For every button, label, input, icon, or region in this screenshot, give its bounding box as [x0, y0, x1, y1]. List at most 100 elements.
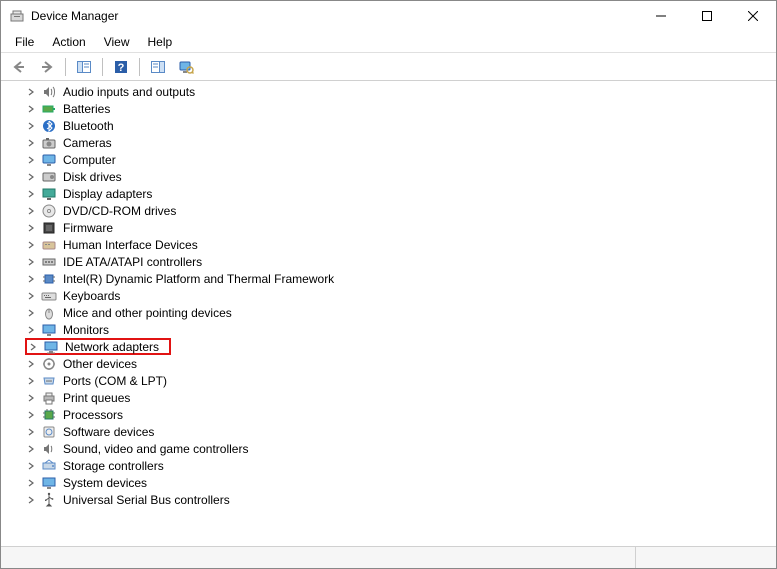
chevron-right-icon[interactable] [25, 273, 37, 285]
chevron-right-icon[interactable] [25, 494, 37, 506]
tree-item-firmware[interactable]: Firmware [25, 219, 119, 236]
sound-icon [41, 441, 57, 457]
chevron-right-icon[interactable] [25, 307, 37, 319]
other-icon [41, 356, 57, 372]
bluetooth-icon [41, 118, 57, 134]
help-button[interactable]: ? [109, 56, 133, 78]
tree-item-ports[interactable]: Ports (COM & LPT) [25, 372, 173, 389]
chevron-right-icon[interactable] [25, 86, 37, 98]
speaker-icon [41, 84, 57, 100]
tree-item-label: Mice and other pointing devices [61, 306, 234, 320]
tree-item-label: Monitors [61, 323, 111, 337]
chevron-right-icon[interactable] [25, 154, 37, 166]
tree-item-print[interactable]: Print queues [25, 389, 136, 406]
tree-item-dvd[interactable]: DVD/CD-ROM drives [25, 202, 182, 219]
menu-file[interactable]: File [7, 33, 42, 51]
menu-action[interactable]: Action [44, 33, 93, 51]
status-cell [636, 547, 776, 568]
title-bar: Device Manager [1, 1, 776, 31]
chevron-right-icon[interactable] [25, 205, 37, 217]
tree-item-bluetooth[interactable]: Bluetooth [25, 117, 120, 134]
printer-icon [41, 390, 57, 406]
tree-item-ide[interactable]: IDE ATA/ATAPI controllers [25, 253, 208, 270]
tree-item-label: Firmware [61, 221, 115, 235]
forward-button[interactable] [35, 56, 59, 78]
chip-icon [41, 271, 57, 287]
firmware-icon [41, 220, 57, 236]
toolbar-separator [139, 58, 140, 76]
tree-item-other[interactable]: Other devices [25, 355, 143, 372]
chevron-right-icon[interactable] [25, 477, 37, 489]
hid-icon [41, 237, 57, 253]
chevron-right-icon[interactable] [25, 137, 37, 149]
action-pane-button[interactable] [146, 56, 170, 78]
chevron-right-icon[interactable] [25, 324, 37, 336]
tree-item-label: Other devices [61, 357, 139, 371]
chevron-right-icon[interactable] [25, 290, 37, 302]
chevron-right-icon[interactable] [25, 188, 37, 200]
tree-item-mice[interactable]: Mice and other pointing devices [25, 304, 238, 321]
tree-item-label: System devices [61, 476, 149, 490]
tree-item-label: Universal Serial Bus controllers [61, 493, 232, 507]
tree-item-sound[interactable]: Sound, video and game controllers [25, 440, 254, 457]
tree-item-software[interactable]: Software devices [25, 423, 160, 440]
tree-item-label: Disk drives [61, 170, 124, 184]
tree-item-audio[interactable]: Audio inputs and outputs [25, 83, 201, 100]
menu-help[interactable]: Help [140, 33, 181, 51]
chevron-right-icon[interactable] [25, 171, 37, 183]
close-button[interactable] [730, 1, 776, 31]
chevron-right-icon[interactable] [25, 239, 37, 251]
tree-item-monitors[interactable]: Monitors [25, 321, 115, 338]
tree-item-hid[interactable]: Human Interface Devices [25, 236, 204, 253]
camera-icon [41, 135, 57, 151]
tree-item-display[interactable]: Display adapters [25, 185, 158, 202]
tree-item-usb[interactable]: Universal Serial Bus controllers [25, 491, 236, 508]
keyboard-icon [41, 288, 57, 304]
tree-item-label: Sound, video and game controllers [61, 442, 250, 456]
network-icon [43, 339, 59, 355]
ide-icon [41, 254, 57, 270]
tree-item-network[interactable]: Network adapters [25, 338, 171, 355]
tree-item-label: Keyboards [61, 289, 122, 303]
chevron-right-icon[interactable] [25, 426, 37, 438]
tree-item-intel[interactable]: Intel(R) Dynamic Platform and Thermal Fr… [25, 270, 340, 287]
tree-item-label: Ports (COM & LPT) [61, 374, 169, 388]
tree-item-label: Cameras [61, 136, 114, 150]
system-icon [41, 475, 57, 491]
computer-icon [41, 152, 57, 168]
tree-item-batteries[interactable]: Batteries [25, 100, 116, 117]
tree-item-label: Network adapters [63, 340, 161, 354]
tree-item-label: Audio inputs and outputs [61, 85, 197, 99]
tree-item-storage[interactable]: Storage controllers [25, 457, 170, 474]
back-button[interactable] [7, 56, 31, 78]
status-bar [1, 546, 776, 568]
chevron-right-icon[interactable] [25, 222, 37, 234]
menu-view[interactable]: View [96, 33, 138, 51]
tree-item-disk[interactable]: Disk drives [25, 168, 128, 185]
chevron-right-icon[interactable] [25, 120, 37, 132]
chevron-right-icon[interactable] [25, 358, 37, 370]
chevron-right-icon[interactable] [25, 375, 37, 387]
software-icon [41, 424, 57, 440]
device-tree[interactable]: Audio inputs and outputsBatteriesBluetoo… [1, 82, 776, 546]
chevron-right-icon[interactable] [25, 460, 37, 472]
display-icon [41, 186, 57, 202]
chevron-right-icon[interactable] [27, 341, 39, 353]
minimize-button[interactable] [638, 1, 684, 31]
tree-item-label: Display adapters [61, 187, 154, 201]
tree-item-computer[interactable]: Computer [25, 151, 122, 168]
chevron-right-icon[interactable] [25, 392, 37, 404]
disk-icon [41, 169, 57, 185]
maximize-button[interactable] [684, 1, 730, 31]
chevron-right-icon[interactable] [25, 409, 37, 421]
scan-hardware-button[interactable] [174, 56, 198, 78]
tree-item-processors[interactable]: Processors [25, 406, 129, 423]
tree-item-keyboards[interactable]: Keyboards [25, 287, 126, 304]
chevron-right-icon[interactable] [25, 443, 37, 455]
chevron-right-icon[interactable] [25, 103, 37, 115]
chevron-right-icon[interactable] [25, 256, 37, 268]
storage-icon [41, 458, 57, 474]
show-hide-tree-button[interactable] [72, 56, 96, 78]
tree-item-system[interactable]: System devices [25, 474, 153, 491]
tree-item-cameras[interactable]: Cameras [25, 134, 118, 151]
